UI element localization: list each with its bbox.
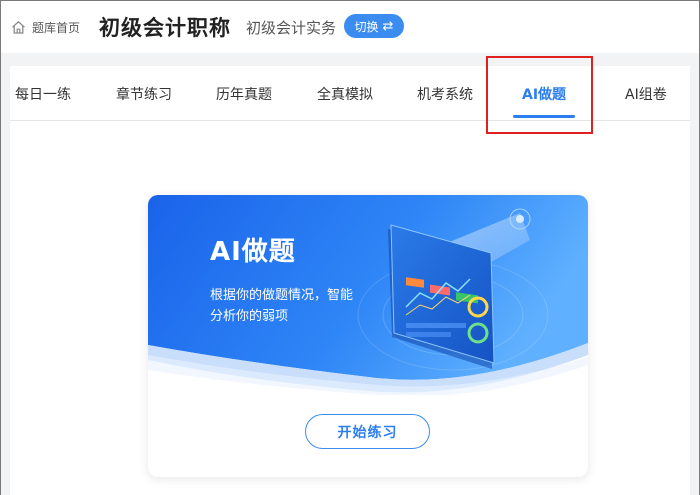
switch-subject-button[interactable]: 切换 ⇄ (344, 14, 404, 38)
ai-practice-card: AI做题 根据你的做题情况，智能分析你的弱项 开始练习 (148, 195, 588, 477)
tab-ai-paper[interactable]: AI组卷 (625, 66, 667, 121)
tab-daily-practice[interactable]: 每日一练 (15, 66, 71, 121)
tab-chapter-practice[interactable]: 章节练习 (116, 66, 172, 121)
page-title: 初级会计职称 (99, 16, 231, 40)
switch-label: 切换 (354, 19, 379, 34)
home-link[interactable]: 题库首页 (11, 17, 80, 37)
highlight-box (486, 56, 593, 134)
home-icon (11, 20, 26, 35)
banner-description: 根据你的做题情况，智能分析你的弱项 (210, 288, 354, 324)
ai-banner: AI做题 根据你的做题情况，智能分析你的弱项 (148, 195, 588, 397)
subject-name: 初级会计实务 (246, 19, 337, 37)
tab-exam-system[interactable]: 机考系统 (417, 66, 473, 121)
banner-title: AI做题 (210, 237, 296, 267)
home-label: 题库首页 (32, 20, 81, 35)
swap-icon: ⇄ (382, 18, 394, 34)
top-header: 题库首页 初级会计职称 初级会计实务 切换 ⇄ (1, 1, 699, 53)
tab-mock-exam[interactable]: 全真模拟 (317, 66, 373, 121)
tab-past-exams[interactable]: 历年真题 (216, 66, 272, 121)
start-practice-button[interactable]: 开始练习 (305, 414, 430, 449)
